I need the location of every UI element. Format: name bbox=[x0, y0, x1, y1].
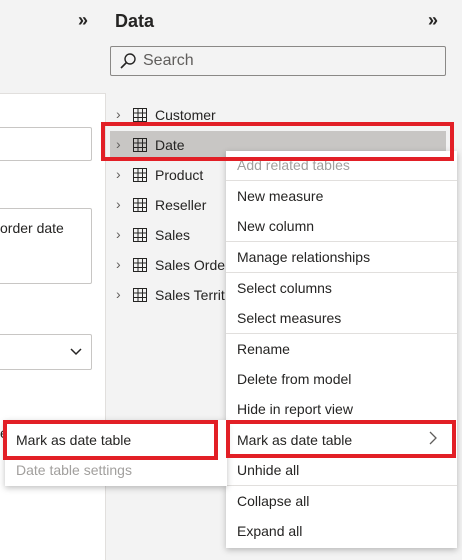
menu-item-label: Expand all bbox=[237, 523, 303, 539]
menu-item-delete-from-model[interactable]: Delete from model bbox=[226, 364, 457, 394]
menu-item-label: Hide in report view bbox=[237, 401, 353, 417]
menu-item-label: New column bbox=[237, 218, 315, 234]
menu-item-label: Add related tables bbox=[237, 157, 350, 173]
table-icon bbox=[133, 288, 147, 302]
chevron-right-icon[interactable]: › bbox=[116, 256, 121, 272]
mark-as-date-table-submenu: Mark as date table Date table settings bbox=[5, 420, 227, 486]
left-pane-band bbox=[0, 44, 106, 94]
menu-item-unhide-all[interactable]: Unhide all bbox=[226, 455, 457, 485]
menu-item-label: Select measures bbox=[237, 310, 342, 326]
menu-item-new-measure[interactable]: New measure bbox=[226, 181, 457, 211]
left-dropdown[interactable] bbox=[0, 334, 92, 370]
table-label: Date bbox=[155, 137, 185, 153]
menu-item-hide-in-report-view[interactable]: Hide in report view bbox=[226, 394, 457, 424]
table-label: Reseller bbox=[155, 197, 207, 213]
menu-item-rename[interactable]: Rename bbox=[226, 334, 457, 364]
menu-item-label: Mark as date table bbox=[237, 432, 353, 448]
table-label: Customer bbox=[155, 107, 216, 123]
table-row-customer[interactable]: › Customer bbox=[106, 101, 462, 129]
submenu-item-date-table-settings: Date table settings bbox=[5, 455, 227, 485]
menu-item-expand-all[interactable]: Expand all bbox=[226, 516, 457, 546]
menu-item-label: Unhide all bbox=[237, 462, 300, 478]
search-box[interactable] bbox=[110, 46, 446, 76]
data-pane-title: Data bbox=[115, 11, 155, 31]
left-description-textarea[interactable]: order date bbox=[0, 208, 92, 284]
left-textarea-text: order date bbox=[0, 220, 64, 236]
table-icon bbox=[133, 168, 147, 182]
chevron-right-icon[interactable]: › bbox=[116, 286, 121, 302]
menu-item-select-measures[interactable]: Select measures bbox=[226, 303, 457, 333]
left-pane-header: » bbox=[0, 0, 106, 44]
chevron-right-icon bbox=[427, 430, 439, 451]
collapse-data-pane-icon[interactable]: » bbox=[428, 10, 438, 31]
menu-item-label: Select columns bbox=[237, 280, 332, 296]
menu-item-add-related-tables: Add related tables bbox=[226, 151, 457, 179]
table-icon bbox=[133, 198, 147, 212]
collapse-left-pane-icon[interactable]: » bbox=[78, 10, 88, 31]
table-label: Product bbox=[155, 167, 204, 183]
table-icon bbox=[133, 258, 147, 272]
chevron-right-icon[interactable]: › bbox=[116, 106, 121, 122]
chevron-right-icon[interactable]: › bbox=[116, 136, 121, 152]
table-label: Sales Orde bbox=[155, 257, 226, 273]
chevron-right-icon[interactable]: › bbox=[116, 226, 121, 242]
menu-item-label: Date table settings bbox=[16, 462, 132, 478]
menu-item-mark-as-date-table[interactable]: Mark as date table bbox=[226, 425, 457, 455]
left-text-input[interactable] bbox=[0, 127, 92, 161]
table-icon bbox=[133, 228, 147, 242]
table-context-menu: Add related tables New measure New colum… bbox=[226, 151, 457, 548]
menu-item-label: Mark as date table bbox=[16, 432, 132, 448]
menu-item-label: Collapse all bbox=[237, 493, 310, 509]
table-label: Sales bbox=[155, 227, 191, 243]
menu-item-label: New measure bbox=[237, 188, 324, 204]
table-label: Sales Territ bbox=[155, 287, 225, 303]
menu-item-collapse-all[interactable]: Collapse all bbox=[226, 486, 457, 516]
chevron-right-icon[interactable]: › bbox=[116, 196, 121, 212]
chevron-right-icon[interactable]: › bbox=[116, 166, 121, 182]
table-icon bbox=[133, 138, 147, 152]
menu-item-manage-relationships[interactable]: Manage relationships bbox=[226, 242, 457, 272]
search-input[interactable] bbox=[143, 50, 433, 72]
chevron-down-icon bbox=[69, 344, 83, 361]
menu-item-label: Manage relationships bbox=[237, 249, 371, 265]
submenu-item-mark-as-date-table[interactable]: Mark as date table bbox=[5, 425, 227, 455]
search-icon bbox=[120, 53, 136, 69]
menu-item-select-columns[interactable]: Select columns bbox=[226, 273, 457, 303]
table-icon bbox=[133, 108, 147, 122]
menu-item-label: Delete from model bbox=[237, 371, 352, 387]
menu-item-label: Rename bbox=[237, 341, 290, 357]
menu-item-new-column[interactable]: New column bbox=[226, 211, 457, 241]
